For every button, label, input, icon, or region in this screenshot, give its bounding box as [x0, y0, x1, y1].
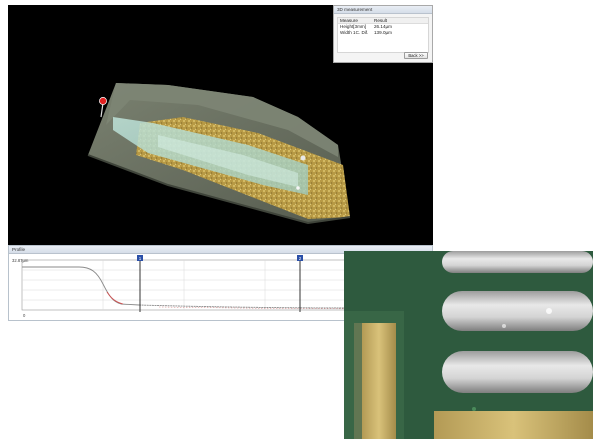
marker-pin-icon[interactable] [99, 97, 107, 105]
gold-bus-bar [362, 323, 396, 439]
microscope-image [344, 251, 593, 439]
endpoint-marker-icon[interactable] [300, 155, 306, 161]
electrode-finger [442, 251, 593, 273]
row-label: Width 1C. Dif. [340, 30, 369, 35]
x-start-label: 0 [23, 313, 26, 318]
back-button[interactable]: Back >> [404, 52, 428, 59]
measurement-table: Measure Result Height[3mm] 26.14µm Width… [337, 17, 429, 53]
table-row[interactable]: Width 1C. Dif. 139.0µm [338, 30, 428, 36]
microscope-photo [344, 251, 593, 439]
panel-title: 3D measurement [334, 6, 432, 14]
endpoint-marker-icon[interactable] [296, 186, 300, 190]
electrode-finger [442, 351, 593, 393]
column-header: Result [374, 18, 388, 23]
gold-pad-bottom [434, 411, 593, 439]
y-top-label: 32.87µm [12, 258, 29, 263]
column-header: Measure [340, 18, 358, 23]
row-value: 139.0µm [374, 30, 392, 35]
measurement-panel: 3D measurement Measure Result Height[3mm… [333, 5, 433, 63]
electrode-finger [442, 291, 593, 331]
marker-pin-stem [100, 102, 104, 118]
